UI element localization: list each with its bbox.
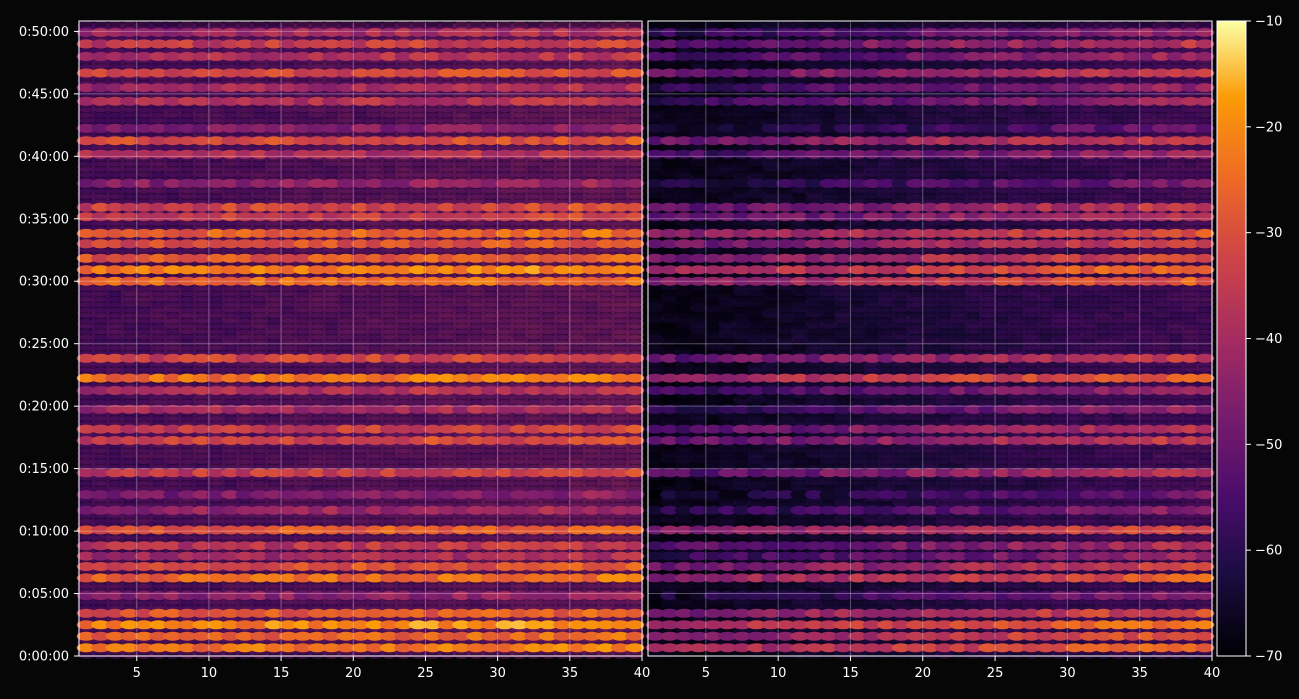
heatmap-chart: 0:00:000:05:000:10:000:15:000:20:000:25:… [19, 15, 1283, 682]
heatmap-cell [625, 631, 645, 641]
spectrogram-figure: 0:00:00 0:05:00 0:10:00 0:15:00 0:20:00 0:25:… [0, 0, 1299, 695]
heatmap-cell [625, 505, 645, 515]
heatmap-cell [625, 525, 645, 535]
heatmap-cell [625, 562, 645, 571]
heatmap-cell [625, 608, 645, 618]
heatmap-cell [625, 551, 645, 561]
heatmap-cell [625, 591, 645, 601]
heatmap-cell [625, 573, 645, 583]
heatmap-cell [625, 643, 645, 653]
heatmap-cell [625, 541, 645, 551]
heatmap-panel-left [76, 21, 645, 659]
heatmap-cell [625, 620, 645, 630]
